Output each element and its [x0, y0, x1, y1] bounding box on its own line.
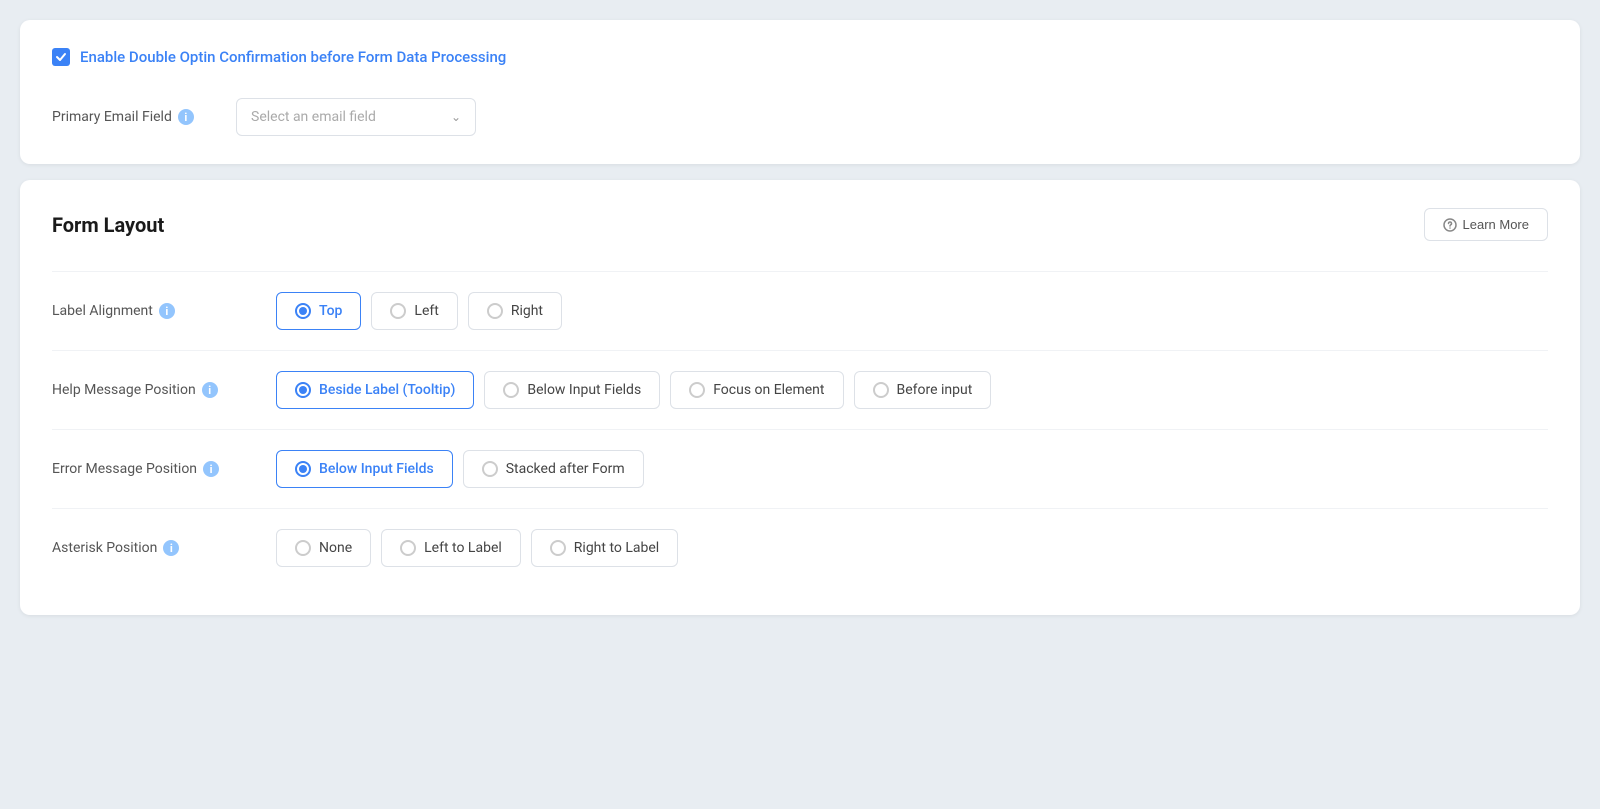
- error-message-position-row: Error Message Position i Below Input Fie…: [52, 429, 1548, 508]
- label-alignment-row: Label Alignment i Top Left Right: [52, 271, 1548, 350]
- check-icon: [55, 51, 67, 63]
- primary-email-label: Primary Email Field i: [52, 109, 212, 125]
- double-optin-label: Enable Double Optin Confirmation before …: [80, 48, 506, 66]
- email-field-select[interactable]: Select an email field ⌄: [236, 98, 476, 136]
- radio-circle-below-input-help: [503, 382, 519, 398]
- help-message-info-icon[interactable]: i: [202, 382, 218, 398]
- help-message-position-row: Help Message Position i Beside Label (To…: [52, 350, 1548, 429]
- double-optin-row: Enable Double Optin Confirmation before …: [52, 48, 1548, 66]
- help-message-position-label: Help Message Position i: [52, 382, 252, 398]
- label-alignment-left[interactable]: Left: [371, 292, 457, 330]
- radio-circle-top: [295, 303, 311, 319]
- primary-email-row: Primary Email Field i Select an email fi…: [52, 98, 1548, 136]
- radio-circle-focus-element: [689, 382, 705, 398]
- double-optin-checkbox[interactable]: [52, 48, 70, 66]
- form-layout-card: Form Layout Learn More Label Alignment i…: [20, 180, 1580, 615]
- error-message-position-options: Below Input Fields Stacked after Form: [276, 450, 644, 488]
- help-msg-below-input[interactable]: Below Input Fields: [484, 371, 660, 409]
- asterisk-info-icon[interactable]: i: [163, 540, 179, 556]
- chevron-down-icon: ⌄: [451, 110, 461, 124]
- primary-email-info-icon[interactable]: i: [178, 109, 194, 125]
- error-msg-stacked[interactable]: Stacked after Form: [463, 450, 644, 488]
- asterisk-position-row: Asterisk Position i None Left to Label R…: [52, 508, 1548, 587]
- label-alignment-right[interactable]: Right: [468, 292, 562, 330]
- radio-circle-before-input: [873, 382, 889, 398]
- radio-circle-left: [390, 303, 406, 319]
- asterisk-position-label: Asterisk Position i: [52, 540, 252, 556]
- radio-circle-asterisk-right: [550, 540, 566, 556]
- help-msg-before-input[interactable]: Before input: [854, 371, 992, 409]
- asterisk-position-options: None Left to Label Right to Label: [276, 529, 678, 567]
- radio-circle-beside-label: [295, 382, 311, 398]
- form-layout-title: Form Layout: [52, 213, 164, 237]
- learn-more-button[interactable]: Learn More: [1424, 208, 1548, 241]
- settings-icon: [1443, 218, 1457, 232]
- error-msg-below-input[interactable]: Below Input Fields: [276, 450, 453, 488]
- label-alignment-info-icon[interactable]: i: [159, 303, 175, 319]
- help-msg-beside-label[interactable]: Beside Label (Tooltip): [276, 371, 474, 409]
- help-message-position-options: Beside Label (Tooltip) Below Input Field…: [276, 371, 991, 409]
- radio-circle-stacked: [482, 461, 498, 477]
- double-optin-card: Enable Double Optin Confirmation before …: [20, 20, 1580, 164]
- asterisk-none[interactable]: None: [276, 529, 371, 567]
- asterisk-right-to-label[interactable]: Right to Label: [531, 529, 678, 567]
- label-alignment-label: Label Alignment i: [52, 303, 252, 319]
- label-alignment-options: Top Left Right: [276, 292, 562, 330]
- error-message-position-label: Error Message Position i: [52, 461, 252, 477]
- radio-circle-right: [487, 303, 503, 319]
- asterisk-left-to-label[interactable]: Left to Label: [381, 529, 521, 567]
- radio-circle-asterisk-none: [295, 540, 311, 556]
- radio-circle-asterisk-left: [400, 540, 416, 556]
- help-msg-focus-element[interactable]: Focus on Element: [670, 371, 843, 409]
- radio-circle-below-input-error: [295, 461, 311, 477]
- label-alignment-top[interactable]: Top: [276, 292, 361, 330]
- form-layout-header: Form Layout Learn More: [52, 208, 1548, 241]
- error-message-info-icon[interactable]: i: [203, 461, 219, 477]
